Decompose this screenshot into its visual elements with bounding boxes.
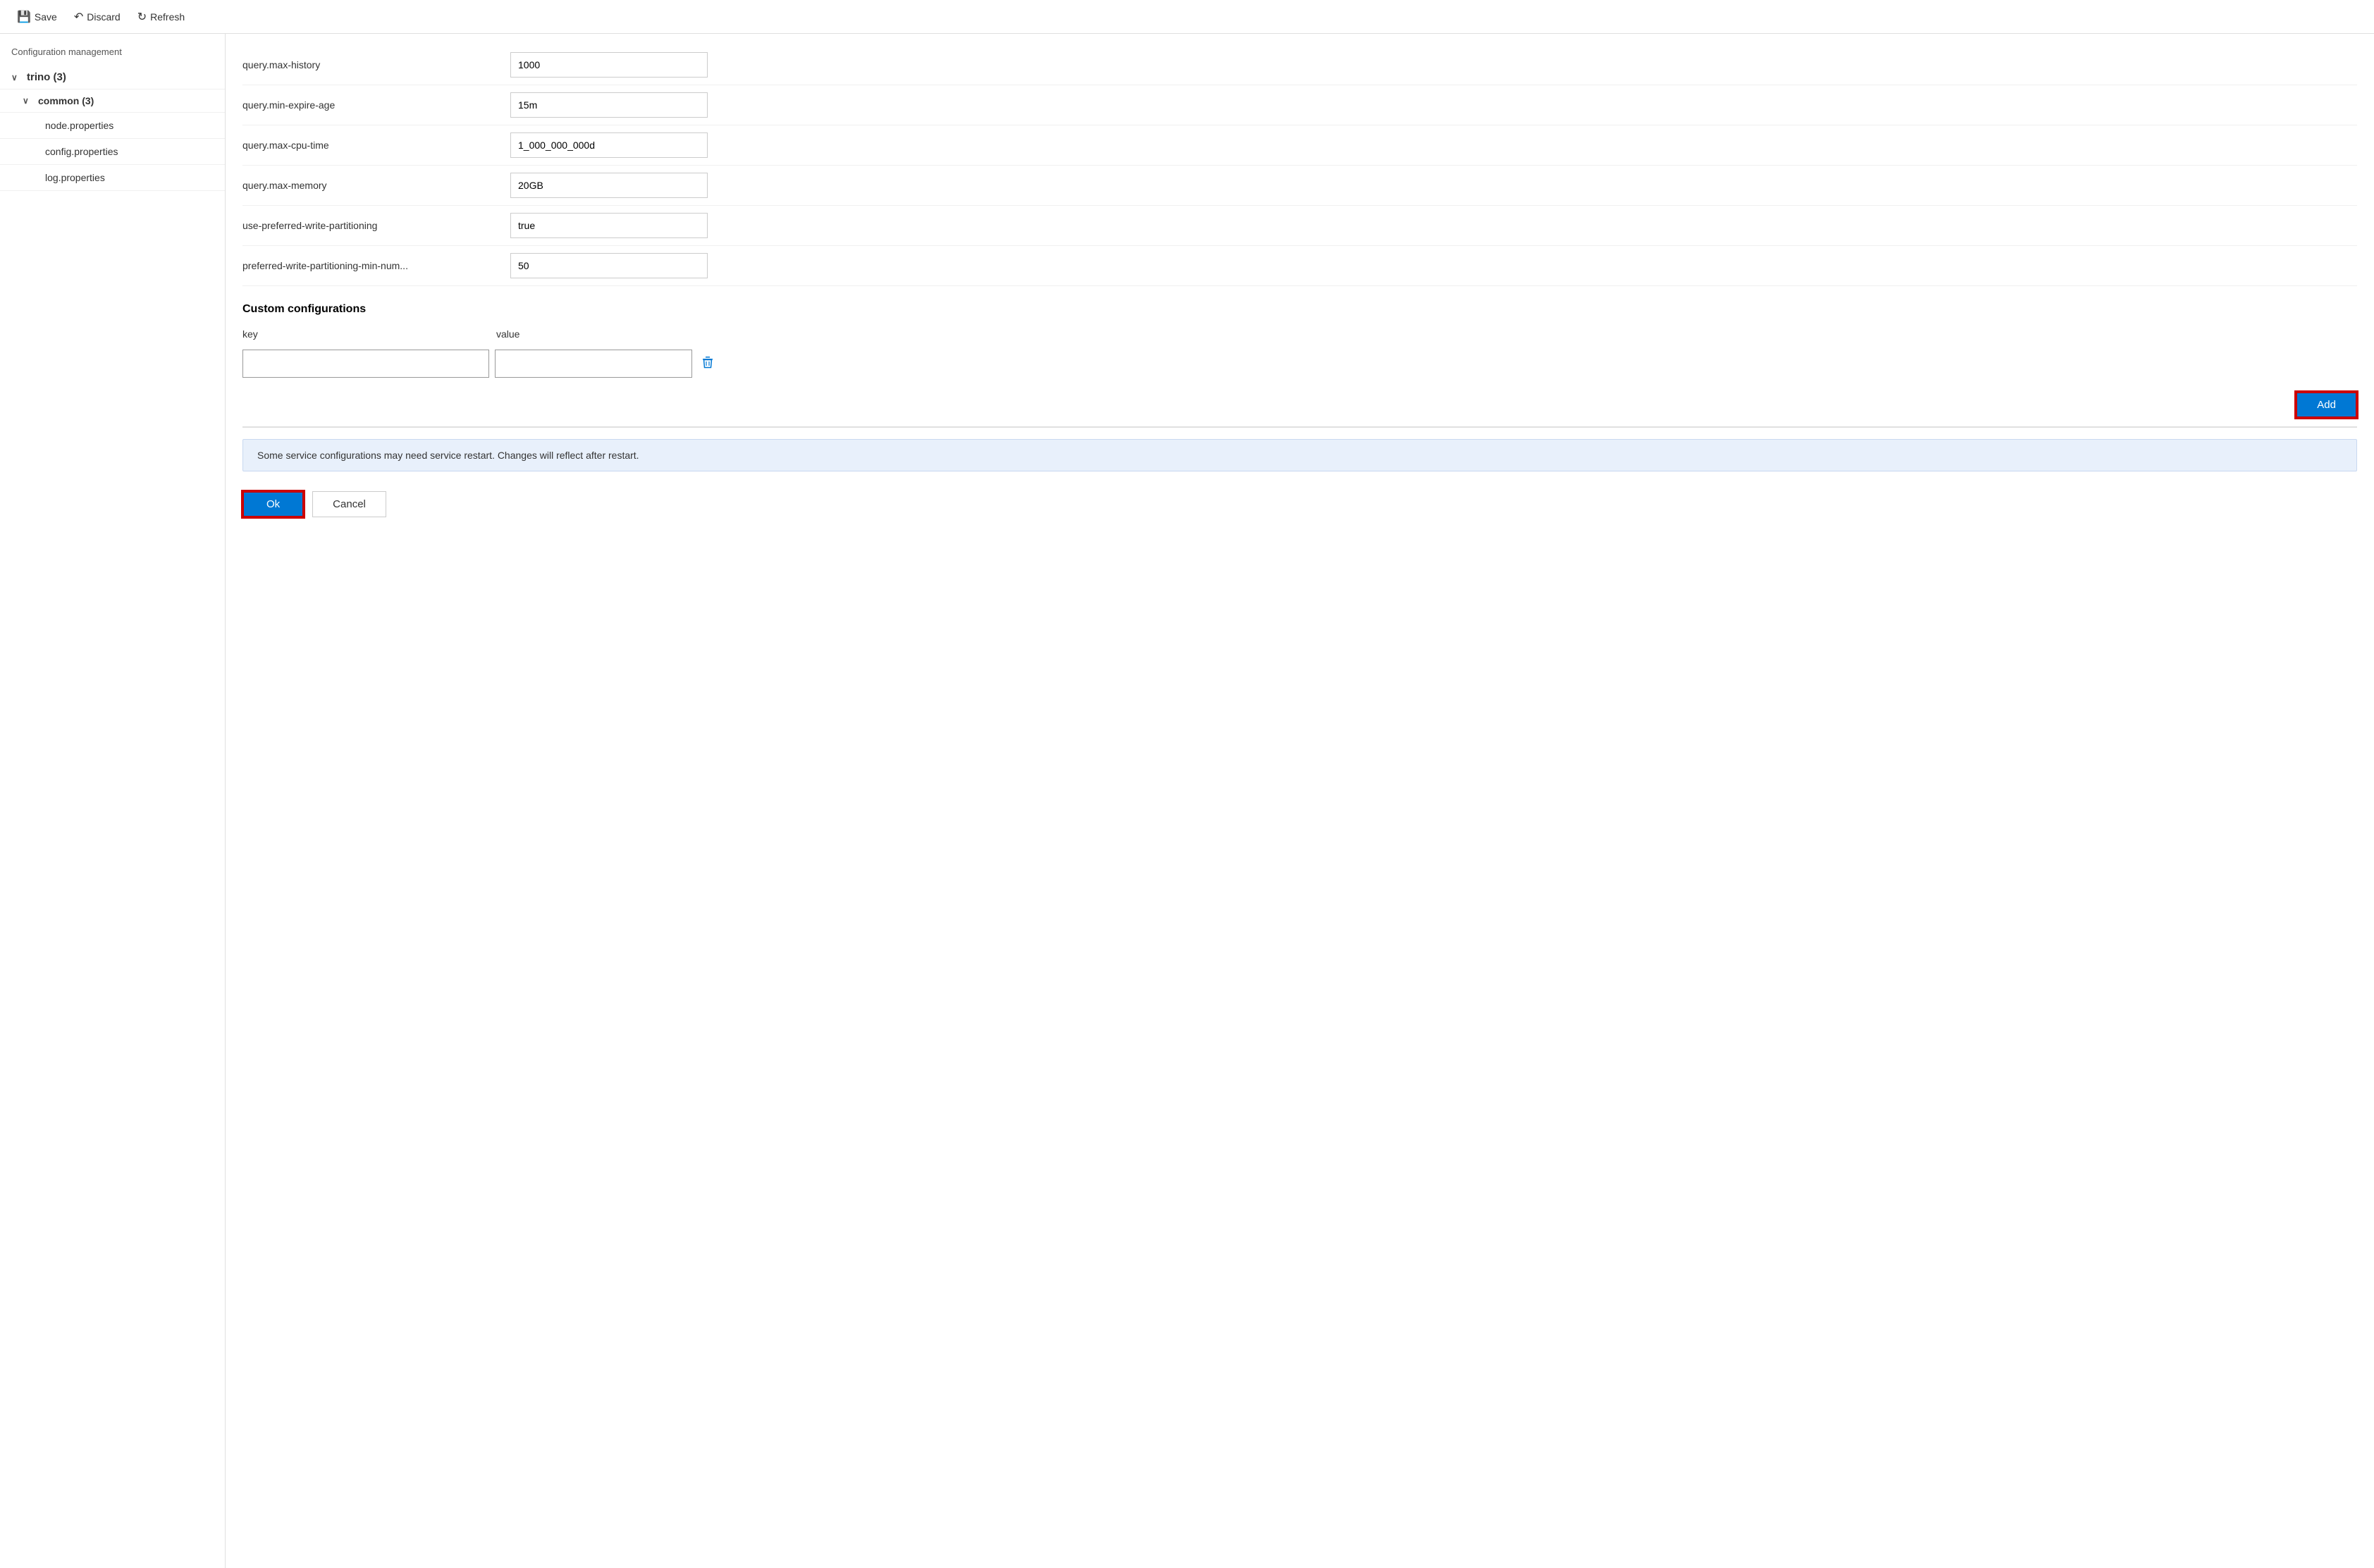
tree-section: ∨ trino (3) ∨ common (3) node.properties… <box>0 66 225 191</box>
config-value-input[interactable] <box>510 173 708 198</box>
discard-icon: ↶ <box>74 10 83 24</box>
config-row: query.max-cpu-time <box>242 125 2357 166</box>
panel-title: Configuration management <box>0 42 225 66</box>
tree-leaf-config-properties[interactable]: config.properties <box>0 139 225 165</box>
toolbar: 💾 Save ↶ Discard ↻ Refresh <box>0 0 2374 34</box>
tree-sub-label: common (3) <box>38 95 94 106</box>
config-label: query.min-expire-age <box>242 99 510 111</box>
delete-row-button[interactable] <box>698 352 718 376</box>
custom-section-title: Custom configurations <box>242 303 2357 316</box>
discard-label: Discard <box>87 11 120 23</box>
save-button[interactable]: 💾 Save <box>11 7 63 27</box>
save-icon: 💾 <box>17 10 31 24</box>
config-row: query.max-history <box>242 45 2357 85</box>
refresh-button[interactable]: ↻ Refresh <box>132 7 190 27</box>
action-row: Ok Cancel <box>242 483 2357 526</box>
config-label: query.max-memory <box>242 180 510 191</box>
config-row: query.min-expire-age <box>242 85 2357 125</box>
config-value-input[interactable] <box>510 92 708 118</box>
custom-col-key-label: key <box>242 328 496 340</box>
config-row: preferred-write-partitioning-min-num... <box>242 246 2357 286</box>
save-label: Save <box>35 11 57 23</box>
config-label: preferred-write-partitioning-min-num... <box>242 260 510 271</box>
leaf-label: node.properties <box>45 120 113 131</box>
refresh-icon: ↻ <box>137 10 147 24</box>
config-row: query.max-memory <box>242 166 2357 206</box>
config-value-input[interactable] <box>510 253 708 278</box>
leaf-label: log.properties <box>45 172 105 183</box>
chevron-down-icon: ∨ <box>11 73 21 82</box>
leaf-label: config.properties <box>45 146 118 157</box>
config-row: use-preferred-write-partitioning <box>242 206 2357 246</box>
custom-config-row <box>242 350 2357 378</box>
config-label: query.max-history <box>242 59 510 70</box>
config-value-input[interactable] <box>510 132 708 158</box>
config-label: query.max-cpu-time <box>242 140 510 151</box>
add-btn-row: Add <box>242 383 2357 428</box>
discard-button[interactable]: ↶ Discard <box>68 7 126 27</box>
tree-root-label: trino (3) <box>27 71 66 83</box>
chevron-down-icon: ∨ <box>23 96 32 106</box>
ok-button[interactable]: Ok <box>242 491 304 517</box>
tree-root-trino[interactable]: ∨ trino (3) <box>0 66 225 89</box>
cancel-button[interactable]: Cancel <box>312 491 386 517</box>
tree-sub-common[interactable]: ∨ common (3) <box>0 89 225 113</box>
config-rows: query.max-history query.min-expire-age q… <box>242 45 2357 286</box>
config-value-input[interactable] <box>510 213 708 238</box>
tree-leaf-log-properties[interactable]: log.properties <box>0 165 225 191</box>
right-panel: query.max-history query.min-expire-age q… <box>226 34 2374 1568</box>
main-layout: Configuration management ∨ trino (3) ∨ c… <box>0 34 2374 1568</box>
custom-config-header: key value <box>242 324 2357 344</box>
info-banner: Some service configurations may need ser… <box>242 439 2357 471</box>
config-label: use-preferred-write-partitioning <box>242 220 510 231</box>
left-panel: Configuration management ∨ trino (3) ∨ c… <box>0 34 226 1568</box>
add-button[interactable]: Add <box>2296 392 2357 418</box>
config-value-input[interactable] <box>510 52 708 78</box>
refresh-label: Refresh <box>150 11 185 23</box>
custom-value-input[interactable] <box>495 350 692 378</box>
custom-col-value-label: value <box>496 328 708 340</box>
tree-leaf-node-properties[interactable]: node.properties <box>0 113 225 139</box>
custom-key-input[interactable] <box>242 350 489 378</box>
